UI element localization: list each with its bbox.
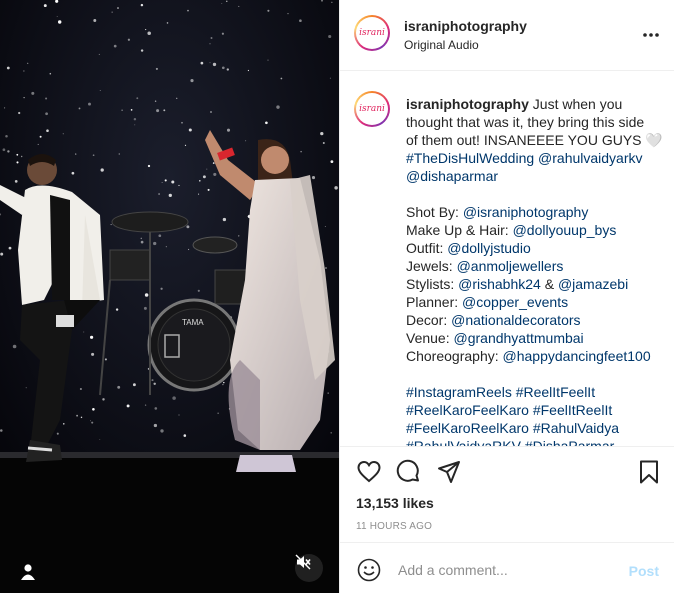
credit-joiner: & [544, 276, 555, 292]
hashtag-line[interactable]: #FeelKaroReelKaro #RahulVaidya [406, 419, 668, 437]
credit-line: Stylists: @rishabhk24 & @jamazebi [406, 275, 668, 293]
hashtag-link[interactable]: #TheDisHulWedding [406, 150, 534, 166]
mention-link[interactable]: @dollyouup_bys [513, 222, 617, 238]
credit-label: Choreography: [406, 348, 499, 364]
muted-speaker-icon [295, 554, 311, 570]
credit-line: Jewels: @anmoljewellers [406, 257, 668, 275]
video-frame: TAMA [0, 0, 339, 593]
header-username[interactable]: israniphotography [404, 18, 527, 34]
mention-link[interactable]: @dishaparmar [406, 168, 498, 184]
mute-toggle-button[interactable] [295, 554, 323, 582]
credit-label: Outfit: [406, 240, 444, 256]
reel-video[interactable]: TAMA [0, 0, 339, 593]
add-comment-bar: Post [340, 542, 674, 594]
credit-label: Shot By: [406, 204, 459, 220]
mention-link[interactable]: @israniphotography [463, 204, 589, 220]
emoji-smile-icon[interactable] [357, 558, 381, 582]
bookmark-icon[interactable] [636, 459, 662, 485]
credit-line: Choreography: @happydancingfeet100 [406, 347, 668, 365]
caption-line: of them out! INSANEEEE YOU GUYS 🤍 [406, 132, 663, 148]
comments-section[interactable]: israni israniphotography Just when you t… [340, 71, 674, 446]
credit-line: Shot By: @israniphotography [406, 203, 668, 221]
share-icon[interactable] [436, 459, 462, 485]
drum-brand-text: TAMA [182, 318, 204, 327]
mention-link[interactable]: @rahulvaidyarkv [538, 150, 642, 166]
comment-icon[interactable] [396, 459, 422, 485]
mention-link[interactable]: @grandhyattmumbai [454, 330, 584, 346]
credits-list: Shot By: @israniphotography Make Up & Hai… [406, 203, 668, 365]
user-tag-icon[interactable] [18, 563, 38, 581]
hashtag-line[interactable]: #RahulVaidyaRKV #DishaParmar [406, 437, 668, 446]
credit-label: Jewels: [406, 258, 453, 274]
mention-link[interactable]: @dollyjstudio [447, 240, 530, 256]
credit-line: Outfit: @dollyjstudio [406, 239, 668, 257]
caption-username[interactable]: israniphotography [406, 96, 529, 112]
mention-link[interactable]: @happydancingfeet100 [503, 348, 651, 364]
heart-icon[interactable] [356, 459, 382, 485]
post-details-panel: israni israniphotography Original Audio … [339, 0, 674, 593]
stage-floor [0, 455, 339, 593]
israni-logo-text: israni [359, 28, 385, 38]
likes-count[interactable]: 13,153 likes [356, 495, 434, 511]
hashtags-list: #InstagramReels #ReelItFeelIt #ReelKaroFe… [406, 383, 668, 446]
credit-label: Venue: [406, 330, 450, 346]
mention-link[interactable]: @copper_events [462, 294, 568, 310]
hashtag-line[interactable]: #InstagramReels #ReelItFeelIt [406, 383, 668, 401]
credit-line: Make Up & Hair: @dollyouup_bys [406, 221, 668, 239]
instagram-post-modal: TAMA israni israniphotography Original A… [0, 0, 674, 593]
post-actions: 13,153 likes 11 HOURS AGO [340, 446, 674, 542]
post-button[interactable]: Post [629, 563, 659, 579]
post-header: israni israniphotography Original Audio [340, 0, 674, 71]
credit-label: Make Up & Hair: [406, 222, 509, 238]
caption-text: Just when you [532, 96, 623, 112]
caption-avatar[interactable]: israni [354, 91, 390, 127]
mention-link[interactable]: @nationaldecorators [451, 312, 580, 328]
credit-line: Planner: @copper_events [406, 293, 668, 311]
more-horizontal-icon[interactable] [641, 28, 661, 40]
credit-label: Decor: [406, 312, 448, 328]
credit-label: Planner: [406, 294, 459, 310]
caption: israniphotography Just when you thought … [406, 95, 668, 446]
mention-link[interactable]: @jamazebi [558, 276, 628, 292]
credit-label: Stylists: [406, 276, 455, 292]
audio-label[interactable]: Original Audio [404, 38, 479, 52]
credit-line: Venue: @grandhyattmumbai [406, 329, 668, 347]
mention-link[interactable]: @rishabhk24 [458, 276, 541, 292]
credit-line: Decor: @nationaldecorators [406, 311, 668, 329]
caption-line: thought that was it, they bring this sid… [406, 114, 645, 130]
mention-link[interactable]: @anmoljewellers [457, 258, 564, 274]
avatar[interactable]: israni [354, 15, 390, 51]
post-timestamp[interactable]: 11 HOURS AGO [356, 521, 432, 532]
hashtag-line[interactable]: #ReelKaroFeelKaro #FeelItReelIt [406, 401, 668, 419]
comment-input[interactable] [396, 557, 620, 583]
israni-logo-text: israni [359, 104, 385, 114]
